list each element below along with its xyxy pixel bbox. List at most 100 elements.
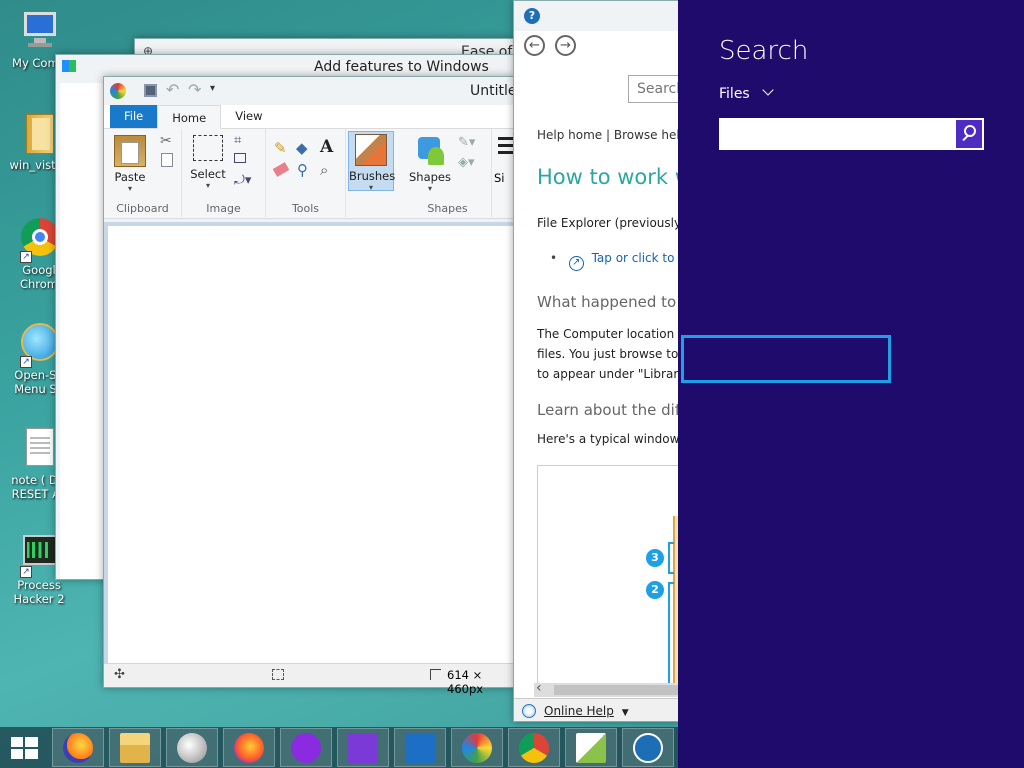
- help-search-input[interactable]: [628, 75, 679, 103]
- size-lines-icon[interactable]: [498, 137, 514, 140]
- file-explorer-icon: [120, 733, 150, 763]
- paint-window[interactable]: ↶ ↷ ▾ Untitle File Home View Paste ▾ ✂ C…: [103, 76, 517, 696]
- eraser-icon[interactable]: [272, 162, 290, 177]
- chevron-down-icon: ▾: [205, 181, 210, 190]
- online-help-dropdown[interactable]: Online Help ▼: [544, 704, 629, 718]
- forward-icon[interactable]: →: [555, 35, 576, 56]
- taskbar-help[interactable]: [622, 728, 674, 767]
- selection-size-icon: [272, 669, 284, 680]
- help-icon: [633, 733, 663, 763]
- callout-2: 2: [646, 581, 664, 599]
- tab-view[interactable]: View: [221, 104, 276, 128]
- ribbon: Paste ▾ ✂ Clipboard Select ▾ ⌗ ⤾▾ Image …: [104, 129, 514, 219]
- tab-home[interactable]: Home: [157, 105, 222, 129]
- paint-titlebar[interactable]: ↶ ↷ ▾ Untitle: [104, 77, 517, 105]
- undo-icon[interactable]: ↶: [166, 80, 179, 99]
- taskbar-app-swirl[interactable]: [166, 728, 218, 767]
- callout-bracket: [668, 542, 674, 574]
- search-scope-dropdown[interactable]: Files: [719, 84, 774, 102]
- chevron-down-icon: ▾: [427, 184, 432, 193]
- taskbar-paint[interactable]: [451, 728, 503, 767]
- explorer-diagram: 3 2: [537, 465, 679, 686]
- clipboard-icon: [114, 135, 146, 167]
- globe-icon: [522, 704, 536, 718]
- tools-group: ✎ ◆ A ⚲ ⌕ Tools: [266, 129, 346, 217]
- chevron-down-icon: [762, 84, 774, 96]
- chrome-icon: [519, 733, 549, 763]
- taskbar-private-browser[interactable]: [280, 728, 332, 767]
- pencil-icon[interactable]: ✎: [274, 139, 287, 157]
- paragraph: File Explorer (previously c: [537, 216, 679, 230]
- taskbar-search[interactable]: [337, 728, 389, 767]
- copy-icon[interactable]: [161, 153, 173, 167]
- taskbar-firefox-2[interactable]: [223, 728, 275, 767]
- open-link-icon: ↗: [568, 256, 584, 271]
- shapes-icon: [414, 135, 446, 167]
- size-button-label[interactable]: Si: [494, 171, 505, 185]
- paste-button[interactable]: Paste ▾: [110, 135, 150, 193]
- cut-icon[interactable]: ✂: [160, 133, 172, 149]
- shortcut-arrow-icon: ↗: [20, 251, 32, 263]
- drawing-canvas[interactable]: [108, 226, 514, 663]
- customize-quick-access-icon[interactable]: ▾: [210, 83, 215, 94]
- outline-icon[interactable]: ✎▾: [458, 135, 475, 150]
- breadcrumb[interactable]: Help home | Browse help: [537, 128, 679, 142]
- save-icon[interactable]: [144, 84, 157, 97]
- page-title: How to work w: [537, 165, 679, 189]
- magnifier-icon[interactable]: ⌕: [320, 161, 328, 179]
- help-window[interactable]: ? ← → Help home | Browse help How to wor…: [513, 0, 679, 722]
- window-title: Untitle: [470, 83, 517, 99]
- mail-icon: [405, 733, 435, 763]
- charm-title: Search: [719, 36, 809, 66]
- paragraph: The Computer location is files. You just…: [537, 327, 679, 381]
- section-heading: Learn about the diffe: [537, 401, 679, 419]
- callout-3: 3: [646, 549, 664, 567]
- search-button[interactable]: [954, 118, 984, 150]
- move-cursor-icon: ✣: [114, 667, 125, 682]
- fill-shape-icon[interactable]: ◈▾: [458, 155, 475, 170]
- firefox-icon: [63, 733, 93, 763]
- taskbar-chrome[interactable]: [508, 728, 560, 767]
- bullet-link[interactable]: • ↗ Tap or click to o: [550, 251, 679, 271]
- fill-icon[interactable]: ◆: [296, 139, 308, 157]
- taskbar-firefox[interactable]: [52, 728, 104, 767]
- firefox-icon: [234, 733, 264, 763]
- search-input[interactable]: [719, 118, 955, 150]
- shortcut-arrow-icon: ↗: [20, 566, 32, 578]
- color-picker-icon[interactable]: ⚲: [297, 161, 308, 179]
- canvas-size-icon: [430, 669, 441, 680]
- taskbar-file-explorer[interactable]: [109, 728, 161, 767]
- computer-icon: [16, 8, 62, 54]
- shapes-group: Shapes ▾ ✎▾ ◈▾ Shapes: [404, 129, 492, 217]
- scroll-thumb[interactable]: [554, 685, 679, 695]
- brushes-button[interactable]: Brushes ▾: [348, 131, 395, 192]
- rotate-icon[interactable]: ⤾▾: [234, 173, 251, 188]
- help-titlebar[interactable]: ?: [514, 1, 679, 31]
- canvas-dimensions: 614 × 460px: [447, 668, 484, 696]
- flag-icon: [62, 60, 76, 72]
- select-button[interactable]: Select ▾: [188, 135, 228, 190]
- shapes-button[interactable]: Shapes ▾: [408, 135, 452, 193]
- chevron-down-icon: ▾: [368, 183, 373, 192]
- mask-icon: [291, 733, 321, 763]
- start-button[interactable]: [0, 727, 48, 768]
- resize-icon[interactable]: [234, 153, 246, 163]
- group-label: Tools: [291, 202, 320, 215]
- text-icon[interactable]: A: [320, 137, 333, 157]
- scroll-left-icon[interactable]: ‹: [536, 680, 542, 696]
- section-heading: What happened to M: [537, 293, 679, 311]
- redo-icon[interactable]: ↷: [188, 80, 201, 99]
- taskbar-mail[interactable]: [394, 728, 446, 767]
- ribbon-tabs: File Home View: [104, 104, 514, 129]
- taskbar-notepad-plus[interactable]: [565, 728, 617, 767]
- tab-file[interactable]: File: [110, 104, 158, 128]
- crop-icon[interactable]: ⌗: [234, 133, 241, 148]
- desktop-icon-label: Process Hacker 2: [13, 578, 65, 606]
- brush-icon: [355, 134, 387, 166]
- back-icon[interactable]: ←: [524, 35, 545, 56]
- callout-bracket: [668, 582, 674, 686]
- taskbar: [0, 727, 678, 768]
- shortcut-arrow-icon: ↗: [20, 356, 32, 368]
- horizontal-scrollbar[interactable]: ‹: [534, 680, 679, 697]
- group-label: Shapes: [427, 202, 468, 215]
